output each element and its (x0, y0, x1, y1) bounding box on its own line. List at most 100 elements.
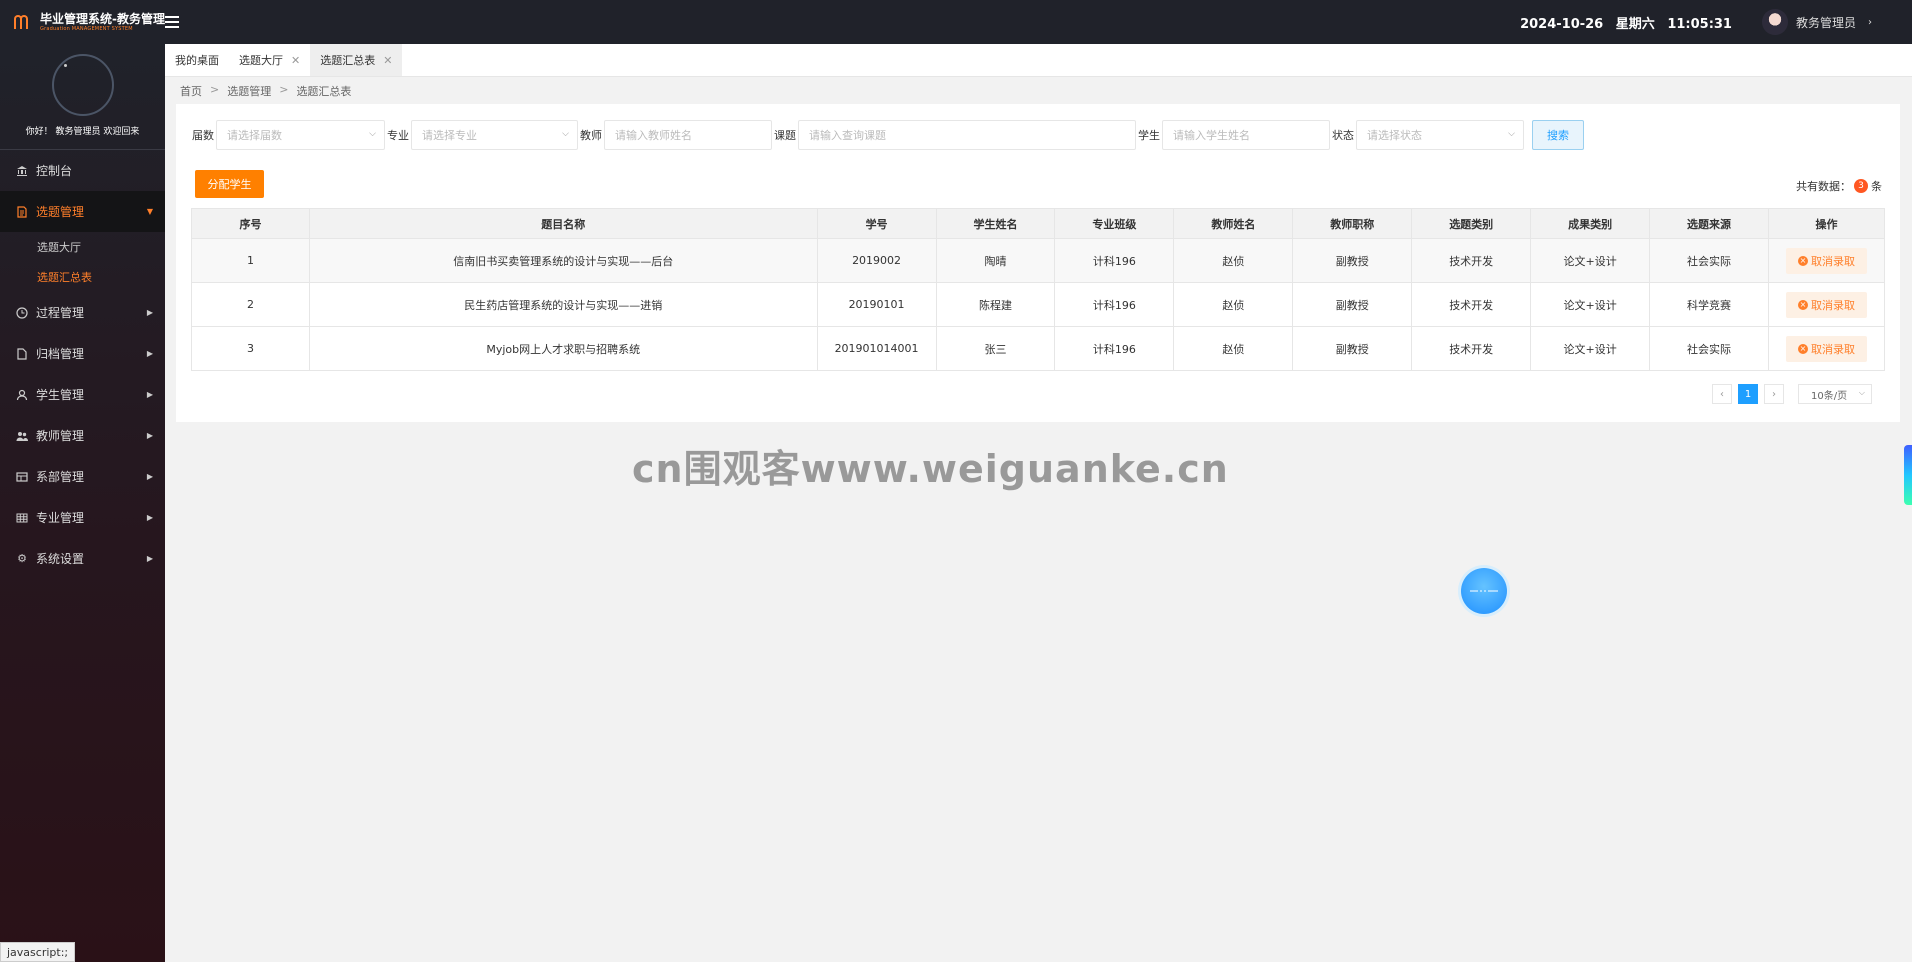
sidebar-item-process-management[interactable]: 过程管理 ▶ (0, 292, 165, 333)
sidebar-item-teacher-management[interactable]: 教师管理 ▶ (0, 415, 165, 456)
topic-input[interactable]: 请输入查询课题 (798, 120, 1136, 150)
grid-icon (16, 512, 28, 524)
breadcrumb-topic-management[interactable]: 选题管理 (227, 83, 271, 99)
sidebar-item-system-settings[interactable]: ⚙ 系统设置 ▶ (0, 538, 165, 579)
user-menu[interactable]: 教务管理员 › (1761, 9, 1872, 35)
column-header: 成果类别 (1530, 208, 1651, 239)
pagination: ‹ 1 › 10条/页 ⌵ (1712, 384, 1872, 404)
sidebar-item-label: 专业管理 (36, 511, 85, 525)
sidebar-item-department-management[interactable]: 系部管理 ▶ (0, 456, 165, 497)
breadcrumb: 首页 > 选题管理 > 选题汇总表 (180, 83, 351, 99)
datetime-display: 2024-10-26 星期六 11:05:31 (1520, 13, 1732, 32)
bank-icon (16, 165, 28, 177)
caret-down-icon: ▼ (146, 207, 153, 216)
profile-panel: 你好！ 教务管理员 欢迎回来 (0, 44, 165, 150)
sidebar-item-student-management[interactable]: 学生管理 ▶ (0, 374, 165, 415)
assign-student-button[interactable]: 分配学生 (195, 170, 264, 198)
table-cell: 3 (191, 326, 310, 371)
session-select[interactable]: 请选择届数 ⌵ (216, 120, 385, 150)
chevron-down-icon: ⌵ (562, 129, 569, 139)
sidebar-item-label: 教师管理 (36, 429, 85, 443)
users-icon (16, 430, 28, 442)
session-placeholder: 请选择届数 (227, 129, 282, 142)
tab-my-desktop[interactable]: 我的桌面 (165, 44, 229, 76)
column-header: 序号 (191, 208, 310, 239)
sidebar-item-label: 学生管理 (36, 388, 85, 402)
student-placeholder: 请输入学生姓名 (1173, 129, 1250, 142)
major-placeholder: 请选择专业 (422, 129, 477, 142)
table-cell: Myjob网上人才求职与招聘系统 (308, 326, 818, 371)
table-cell: 技术开发 (1411, 238, 1532, 283)
table-cell: 技术开发 (1411, 282, 1532, 327)
table-cell: 民生药店管理系统的设计与实现——进销 (308, 282, 818, 327)
total-count: 共有数据： 3 条 (1796, 178, 1882, 194)
status-label: 状态 (1332, 129, 1354, 142)
next-page-button[interactable]: › (1764, 384, 1784, 404)
brand[interactable]: 毕业管理系统-教务管理 Graduation MANAGEMENT SYSTEM (0, 0, 165, 44)
count-badge: 3 (1854, 179, 1868, 193)
tab-topic-summary[interactable]: 选题汇总表 ✕ (310, 44, 403, 76)
watermark-text: cn围观客www.weiguanke.cn (632, 447, 1229, 491)
cancel-admission-button[interactable]: × 取消录取 (1786, 247, 1867, 274)
sidebar-item-label: 系部管理 (36, 470, 85, 484)
search-button[interactable]: 搜索 (1532, 120, 1584, 150)
student-input[interactable]: 请输入学生姓名 (1162, 120, 1330, 150)
teacher-label: 教师 (580, 129, 602, 142)
student-label: 学生 (1138, 129, 1160, 142)
greeting-text: 你好！ 教务管理员 欢迎回来 (25, 127, 140, 137)
floating-action-button[interactable] (1461, 568, 1507, 614)
filter-bar: 届数 请选择届数 ⌵ 专业 请选择专业 ⌵ 教师 请输入教师姓名 课题 请输入查… (192, 120, 1584, 150)
table-cell: 社会实际 (1649, 238, 1769, 283)
close-circle-icon: × (1798, 343, 1808, 354)
sidebar-item-topic-management[interactable]: 选题管理 ▼ (0, 191, 165, 232)
table-cell: 副教授 (1292, 238, 1413, 283)
gear-icon: ⚙ (17, 552, 27, 565)
major-select[interactable]: 请选择专业 ⌵ (411, 120, 578, 150)
page-number-current[interactable]: 1 (1738, 384, 1758, 404)
hamburger-menu-icon[interactable] (165, 16, 179, 28)
table-cell: 2019002 (816, 238, 937, 283)
close-circle-icon: × (1798, 299, 1808, 310)
sidebar-item-archive-management[interactable]: 归档管理 ▶ (0, 333, 165, 374)
column-header: 学生姓名 (935, 208, 1056, 239)
status-select[interactable]: 请选择状态 ⌵ (1356, 120, 1524, 150)
document-icon (16, 205, 28, 218)
tab-topic-hall[interactable]: 选题大厅 ✕ (229, 44, 310, 76)
table-cell: 技术开发 (1411, 326, 1532, 371)
table-cell: 论文+设计 (1530, 326, 1651, 371)
sidebar-subitem-topic-hall[interactable]: 选题大厅 (0, 232, 165, 262)
cancel-admission-button[interactable]: × 取消录取 (1786, 335, 1867, 362)
table-cell: 赵侦 (1173, 238, 1294, 283)
sidebar-item-dashboard[interactable]: 控制台 (0, 150, 165, 191)
table-cell: 20190101 (816, 282, 937, 327)
cancel-admission-button[interactable]: × 取消录取 (1786, 291, 1867, 318)
chevron-down-icon: ⌵ (1858, 388, 1865, 397)
total-prefix: 共有数据： (1796, 180, 1851, 193)
tab-label: 选题大厅 (239, 54, 283, 67)
cancel-label: 取消录取 (1811, 342, 1855, 356)
breadcrumb-current: 选题汇总表 (296, 85, 352, 98)
table-cell: 信南旧书买卖管理系统的设计与实现——后台 (308, 238, 818, 283)
submenu-topic-management: 选题大厅 选题汇总表 (0, 232, 165, 292)
app-title: 毕业管理系统-教务管理 (40, 11, 165, 26)
column-header: 学号 (816, 208, 937, 239)
table-cell: 陈程建 (935, 282, 1056, 327)
breadcrumb-home[interactable]: 首页 (180, 83, 202, 99)
cancel-label: 取消录取 (1811, 254, 1855, 268)
sidebar-item-major-management[interactable]: 专业管理 ▶ (0, 497, 165, 538)
close-icon[interactable]: ✕ (291, 54, 300, 67)
dots-icon (1470, 590, 1498, 592)
prev-page-button[interactable]: ‹ (1712, 384, 1732, 404)
teacher-input[interactable]: 请输入教师姓名 (604, 120, 772, 150)
caret-right-icon: ▶ (146, 308, 153, 317)
table-row: 3 Myjob网上人才求职与招聘系统 201901014001 张三 计科196… (191, 326, 1885, 371)
cancel-label: 取消录取 (1811, 298, 1855, 312)
table-cell: 赵侦 (1173, 326, 1294, 371)
column-header: 题目名称 (308, 208, 818, 239)
sidebar-subitem-topic-summary[interactable]: 选题汇总表 (0, 262, 165, 292)
table-cell: 陶晴 (935, 238, 1056, 283)
side-scroll-indicator[interactable] (1904, 445, 1912, 505)
column-header: 选题类别 (1411, 208, 1532, 239)
page-size-select[interactable]: 10条/页 ⌵ (1798, 384, 1872, 404)
close-icon[interactable]: ✕ (383, 54, 392, 67)
